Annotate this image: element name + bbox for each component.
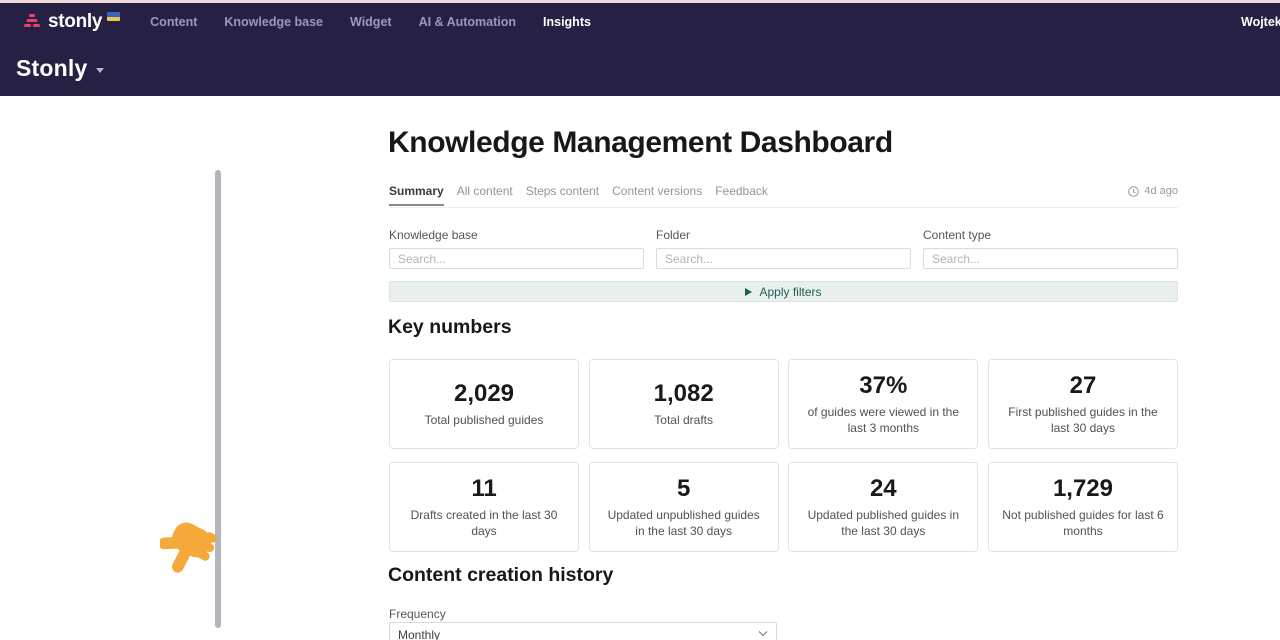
chevron-down-icon [758,630,768,637]
clock-icon [1128,186,1139,197]
sidebar-scrollbar[interactable] [215,170,221,628]
stat-card-not-published: 1,729 Not published guides for last 6 mo… [988,462,1178,552]
tab-summary[interactable]: Summary [389,184,444,206]
tab-content-versions[interactable]: Content versions [612,184,702,206]
nav-item-knowledge-base[interactable]: Knowledge base [224,15,323,29]
filter-label: Content type [923,228,1178,242]
top-accent-line [0,0,1280,3]
last-updated-text: 4d ago [1144,185,1178,197]
tab-steps-content[interactable]: Steps content [526,184,599,206]
top-nav: stonly Content Knowledge base Widget AI … [0,3,1280,41]
top-nav-menu: Content Knowledge base Widget AI & Autom… [150,15,591,29]
frequency-select[interactable]: Monthly [389,622,777,640]
page-title: Knowledge Management Dashboard [388,126,893,160]
stat-label: Updated unpublished guides in the last 3… [602,508,766,539]
insights-sidebar [0,96,224,640]
tab-feedback[interactable]: Feedback [715,184,768,206]
stat-card-total-published-guides: 2,029 Total published guides [389,359,579,449]
stat-label: Total drafts [654,413,713,429]
stat-card-total-drafts: 1,082 Total drafts [589,359,779,449]
folder-search-input[interactable] [656,248,911,269]
frequency-label: Frequency [389,607,446,621]
stat-label: of guides were viewed in the last 3 mont… [801,405,965,436]
apply-filters-button[interactable]: Apply filters [389,281,1178,302]
stat-label: Drafts created in the last 30 days [402,508,566,539]
apply-filters-label: Apply filters [759,285,821,299]
stat-label: Not published guides for last 6 months [1001,508,1165,539]
key-numbers-cards: 2,029 Total published guides 1,082 Total… [389,359,1178,552]
app-header: stonly Content Knowledge base Widget AI … [0,3,1280,96]
stat-card-drafts-created: 11 Drafts created in the last 30 days [389,462,579,552]
filter-folder: Folder [656,228,911,269]
frequency-value: Monthly [390,628,440,640]
stat-label: Updated published guides in the last 30 … [801,508,965,539]
filter-content-type: Content type [923,228,1178,269]
workspace-name: Stonly [16,55,87,82]
stat-value: 1,082 [654,380,714,408]
filter-label: Folder [656,228,911,242]
stat-card-viewed-percentage: 37% of guides were viewed in the last 3 … [788,359,978,449]
ukraine-flag-icon [107,12,120,21]
stat-card-updated-published: 24 Updated published guides in the last … [788,462,978,552]
user-menu[interactable]: Wojtek B [1241,15,1280,29]
stat-value: 2,029 [454,380,514,408]
stat-value: 37% [859,372,907,400]
chevron-down-icon [96,68,104,73]
stat-label: First published guides in the last 30 da… [1001,405,1165,436]
workspace-selector[interactable]: Stonly [16,55,104,82]
nav-item-insights[interactable]: Insights [543,15,591,29]
key-numbers-heading: Key numbers [388,316,512,339]
stonly-logo[interactable]: stonly [22,11,120,33]
stat-value: 11 [471,475,496,503]
stat-card-first-published: 27 First published guides in the last 30… [988,359,1178,449]
play-triangle-icon [745,288,752,296]
stat-value: 5 [677,475,690,503]
stat-value: 1,729 [1053,475,1113,503]
knowledge-base-search-input[interactable] [389,248,644,269]
content-type-search-input[interactable] [923,248,1178,269]
filter-knowledge-base: Knowledge base [389,228,644,269]
stat-label: Total published guides [425,413,544,429]
last-updated: 4d ago [1128,185,1178,197]
brand-wordmark: stonly [48,11,102,33]
stat-card-updated-unpublished: 5 Updated unpublished guides in the last… [589,462,779,552]
filter-label: Knowledge base [389,228,644,242]
nav-item-content[interactable]: Content [150,15,197,29]
stat-value: 24 [870,475,897,503]
dashboard-tabs: Summary All content Steps content Conten… [389,184,1178,208]
stonly-logo-icon [22,11,42,31]
filter-bar: Knowledge base Folder Content type [389,228,1178,269]
stat-value: 27 [1070,372,1097,400]
nav-item-widget[interactable]: Widget [350,15,392,29]
tab-all-content[interactable]: All content [457,184,513,206]
nav-item-ai-automation[interactable]: AI & Automation [419,15,516,29]
content-history-heading: Content creation history [388,564,613,587]
